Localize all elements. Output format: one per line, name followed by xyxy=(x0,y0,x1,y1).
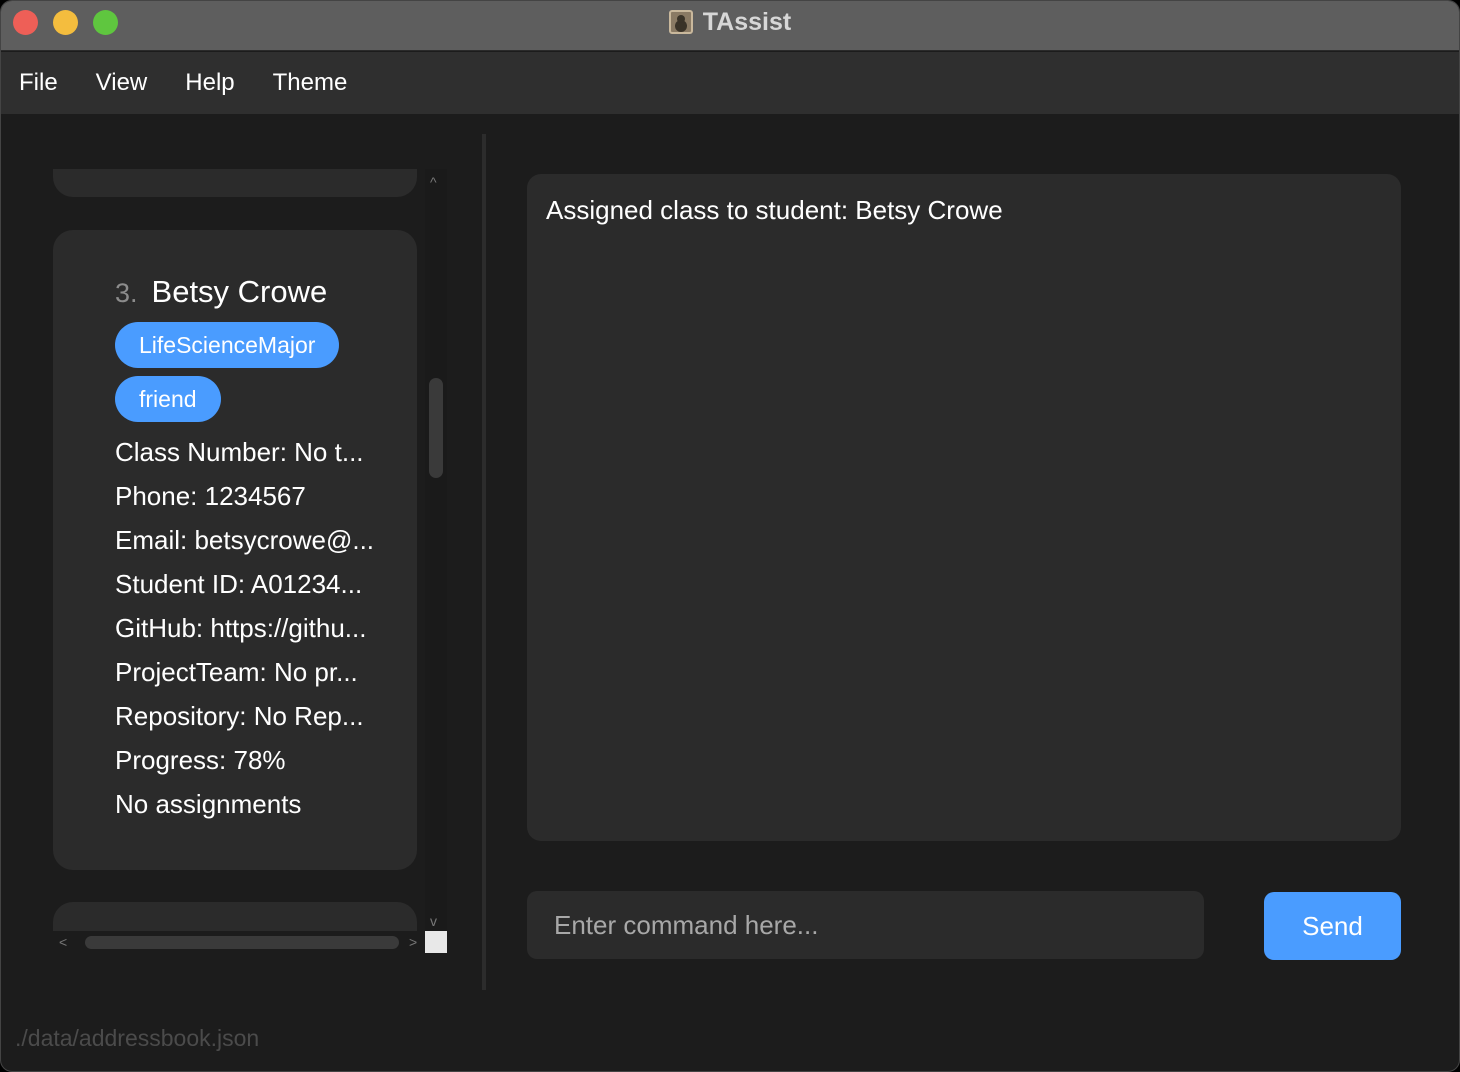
scroll-left-icon[interactable]: < xyxy=(59,935,67,949)
student-id-field: Student ID: A01234... xyxy=(115,569,363,599)
scroll-down-icon[interactable]: v xyxy=(430,914,437,928)
result-display: Assigned class to student: Betsy Crowe xyxy=(527,174,1401,841)
github-field: GitHub: https://githu... xyxy=(115,613,367,643)
status-bar-file-path: ./data/addressbook.json xyxy=(15,1025,260,1051)
split-pane-divider[interactable] xyxy=(482,134,486,990)
menu-view[interactable]: View xyxy=(96,69,148,97)
person-list[interactable]: 3. Betsy Crowe LifeScienceMajor friend C… xyxy=(53,169,449,953)
person-card[interactable]: 3. Betsy Crowe LifeScienceMajor friend C… xyxy=(53,230,417,870)
tag-badge: LifeScienceMajor xyxy=(115,322,340,368)
command-input[interactable] xyxy=(527,891,1204,959)
progress-field: Progress: 78% xyxy=(115,745,286,775)
list-horizontal-scrollbar[interactable]: < > xyxy=(53,931,425,953)
scrollbar-thumb[interactable] xyxy=(85,936,399,949)
menu-bar: File View Help Theme xyxy=(1,52,1459,114)
person-card-previous[interactable] xyxy=(53,169,417,197)
phone-field: Phone: 1234567 xyxy=(115,481,306,511)
email-field: Email: betsycrowe@... xyxy=(115,525,375,555)
app-window: TAssist File View Help Theme 3. Betsy Cr… xyxy=(0,0,1460,1072)
window-title: TAssist xyxy=(702,7,792,36)
window-title-group: TAssist xyxy=(1,7,1459,37)
scrollbar-corner xyxy=(425,931,447,953)
scroll-up-icon[interactable]: ^ xyxy=(430,175,437,189)
send-button[interactable]: Send xyxy=(1264,892,1401,960)
tag-badge: friend xyxy=(115,376,221,422)
person-name: Betsy Crowe xyxy=(151,274,328,309)
repository-field: Repository: No Rep... xyxy=(115,701,364,731)
scroll-right-icon[interactable]: > xyxy=(409,935,417,949)
menu-file[interactable]: File xyxy=(19,69,58,97)
person-card-header: 3. Betsy Crowe xyxy=(115,274,327,310)
person-index: 3. xyxy=(115,278,138,308)
scrollbar-track[interactable] xyxy=(425,169,447,931)
scrollbar-thumb[interactable] xyxy=(429,378,443,478)
menu-theme[interactable]: Theme xyxy=(273,69,348,97)
list-vertical-scrollbar[interactable]: ^ v xyxy=(425,169,447,931)
address-book-icon xyxy=(668,10,693,34)
project-team-field: ProjectTeam: No pr... xyxy=(115,657,358,687)
class-number-field: Class Number: No t... xyxy=(115,437,364,467)
result-message: Assigned class to student: Betsy Crowe xyxy=(546,195,1003,225)
title-bar: TAssist xyxy=(1,1,1459,51)
assignments-field: No assignments xyxy=(115,789,302,819)
menu-help[interactable]: Help xyxy=(185,69,234,97)
